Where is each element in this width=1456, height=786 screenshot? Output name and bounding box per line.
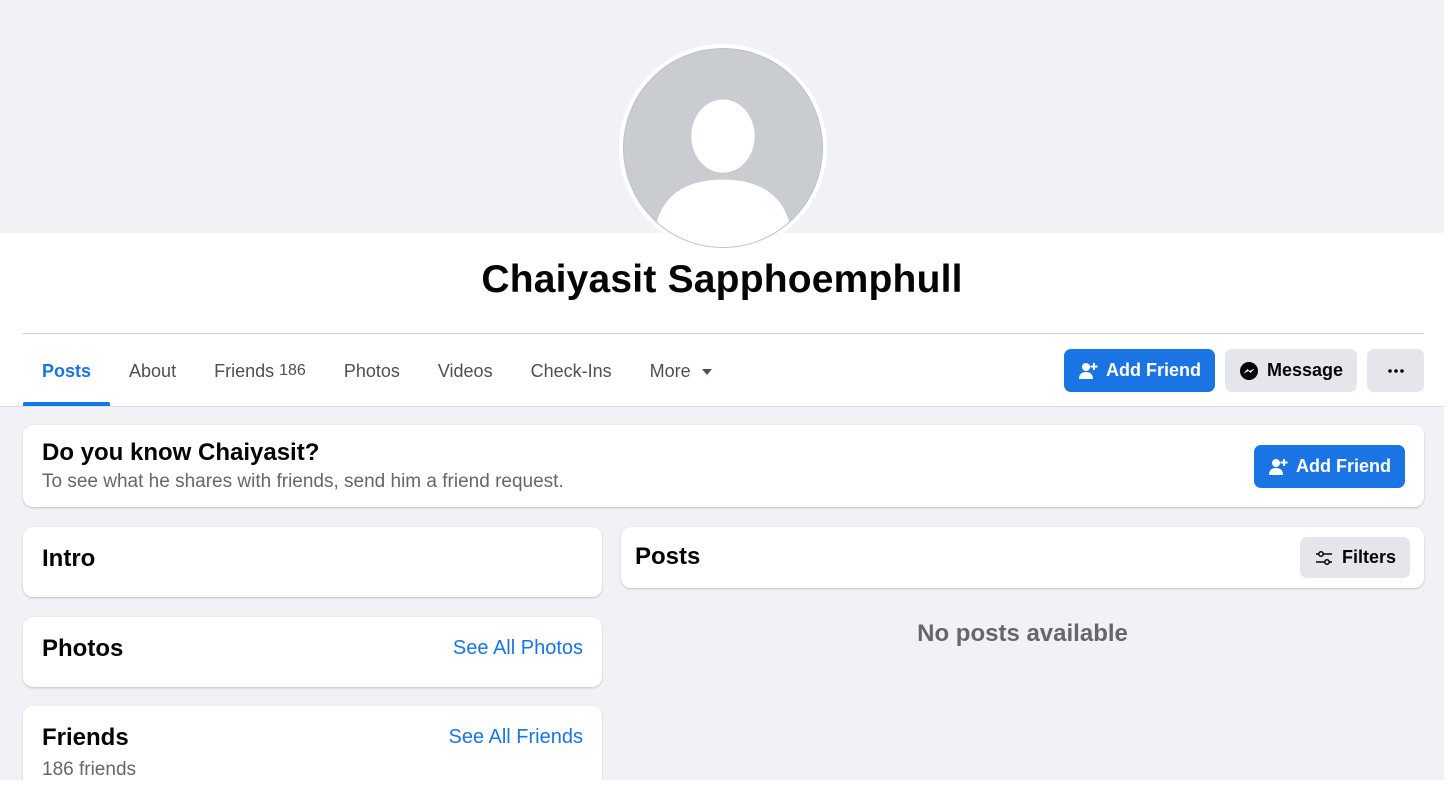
add-friend-icon	[1269, 458, 1288, 475]
intro-card: Intro	[23, 527, 602, 597]
profile-page: Chaiyasit Sapphoemphull Posts About Frie…	[0, 0, 1444, 780]
tab-label: Posts	[42, 360, 92, 381]
filters-label: Filters	[1341, 547, 1396, 567]
friend-suggestion-card: Do you know Chaiyasit? To see what he sh…	[23, 425, 1424, 507]
tab-check-ins[interactable]: Check-Ins	[512, 336, 631, 406]
profile-actions: Add Friend Message	[1063, 349, 1424, 392]
friends-count: 186 friends	[42, 759, 137, 780]
friends-title: Friends	[42, 724, 129, 751]
friends-card: Friends See All Friends 186 friends	[23, 706, 602, 780]
see-all-photos-link[interactable]: See All Photos	[453, 637, 583, 660]
tab-videos[interactable]: Videos	[419, 336, 512, 406]
friends-count-badge: 186	[279, 362, 306, 379]
empty-posts-message: No posts available	[917, 620, 1128, 647]
tab-label: Friends	[214, 360, 275, 381]
posts-title: Posts	[635, 543, 701, 570]
message-label: Message	[1266, 360, 1343, 380]
intro-title: Intro	[42, 545, 96, 572]
add-friend-button[interactable]: Add Friend	[1063, 349, 1215, 392]
add-friend-label: Add Friend	[1105, 360, 1201, 380]
message-button[interactable]: Message	[1224, 349, 1357, 392]
tab-label: Photos	[343, 360, 400, 381]
header-divider	[23, 333, 1424, 334]
tab-more[interactable]: More	[631, 336, 731, 406]
messenger-icon	[1239, 361, 1258, 380]
tab-label: Videos	[437, 360, 493, 381]
profile-tabs: Posts About Friends 186 Photos Videos Ch…	[23, 336, 731, 406]
photos-card: Photos See All Photos	[23, 617, 602, 687]
filters-icon	[1315, 550, 1332, 565]
tab-friends[interactable]: Friends 186	[195, 336, 325, 406]
tab-label: Check-Ins	[530, 360, 612, 381]
see-all-friends-link[interactable]: See All Friends	[448, 726, 583, 749]
caret-down-icon	[701, 369, 712, 375]
tab-photos[interactable]: Photos	[325, 336, 419, 406]
tab-posts[interactable]: Posts	[23, 336, 111, 406]
more-options-button[interactable]	[1367, 349, 1424, 392]
suggestion-add-friend-button[interactable]: Add Friend	[1254, 445, 1405, 488]
suggestion-subtitle: To see what he shares with friends, send…	[42, 471, 564, 492]
photos-title: Photos	[42, 635, 124, 662]
tab-about[interactable]: About	[110, 336, 195, 406]
profile-avatar[interactable]	[619, 44, 827, 252]
add-friend-label: Add Friend	[1296, 456, 1391, 476]
ellipsis-icon	[1387, 368, 1404, 373]
add-friend-icon	[1078, 362, 1098, 379]
profile-name: Chaiyasit Sapphoemphull	[481, 258, 963, 301]
default-avatar-icon	[623, 48, 823, 248]
filters-button[interactable]: Filters	[1299, 537, 1410, 578]
tab-label: More	[649, 360, 691, 381]
posts-card: Posts Filters	[621, 527, 1424, 588]
tab-label: About	[129, 360, 177, 381]
suggestion-title: Do you know Chaiyasit?	[42, 439, 320, 466]
